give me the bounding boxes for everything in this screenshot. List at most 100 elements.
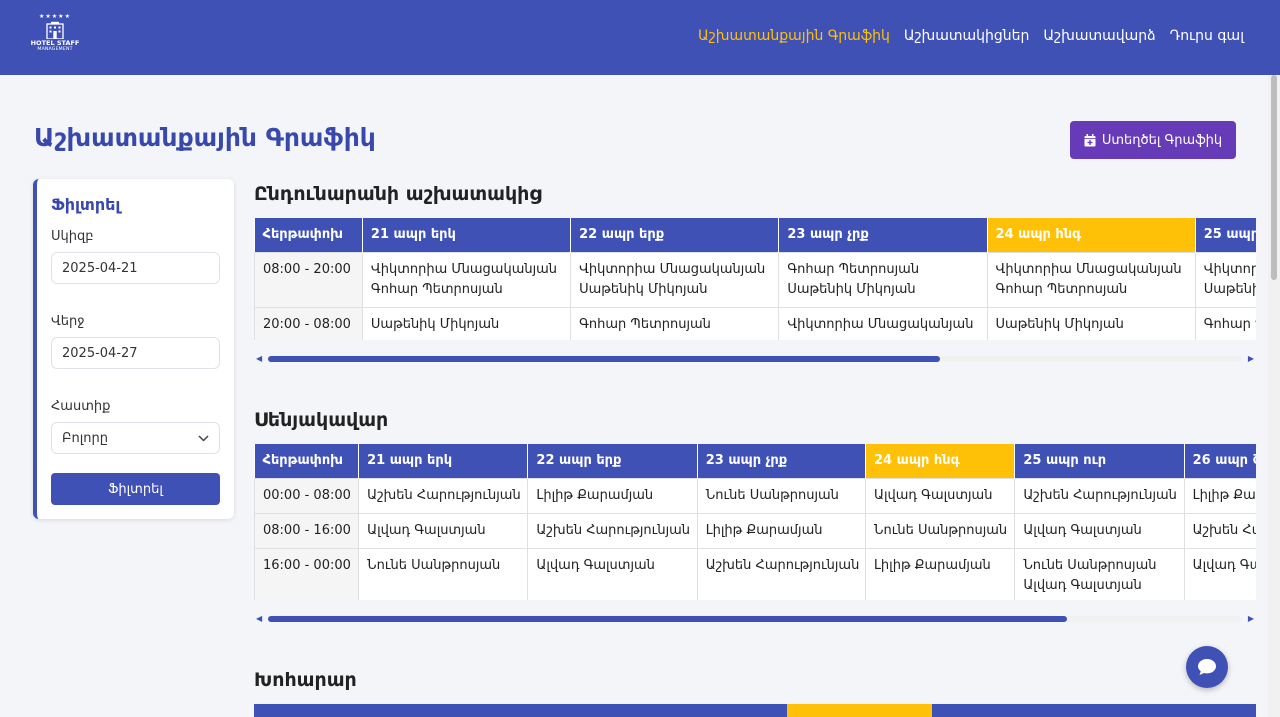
end-date-input[interactable]: 2025-04-27 [51, 337, 220, 369]
logo-text-line1: HOTEL STAFF [30, 39, 80, 47]
header-day: 25 ապր ուր [1195, 218, 1256, 252]
employee-name: Նունե Սանթրոսյան [705, 487, 839, 503]
start-date-label: Սկիզբ [51, 229, 94, 244]
page-scrollbar[interactable] [1268, 75, 1280, 717]
header-day-today: 24 ապր հնգ [865, 444, 1016, 478]
employee-name: Նունե Սանթրոսյան [1023, 557, 1157, 573]
start-date-input[interactable]: 2025-04-21 [51, 252, 220, 284]
schedule-cell[interactable]: Վիկտորիա Մնացականյան [778, 306, 988, 340]
schedule-cell[interactable]: Ալվադ Գալստյան [1014, 512, 1185, 549]
calendar-plus-icon [1084, 133, 1096, 146]
schedule-cell[interactable]: Նունե Սանթրոսյան [358, 547, 529, 600]
scroll-right-arrow-icon[interactable]: ▶ [1248, 353, 1254, 365]
employee-name: Վիկտորիա Մնացականյան [370, 261, 558, 277]
nav-item-logout[interactable]: Դուրս գալ [1170, 28, 1244, 44]
schedule-cell[interactable]: Սաթենիկ Միկոյան [361, 306, 572, 340]
header-shift: Հերթափոխ [254, 444, 360, 478]
employee-name: Սաթենիկ Միկոյան [579, 281, 708, 297]
create-schedule-label: Ստեղծել Գրաֆիկ [1101, 132, 1223, 148]
scroll-track[interactable] [268, 356, 1242, 362]
employee-name: Աշխեն Հարությունյան [1023, 487, 1177, 503]
chevron-down-icon [198, 434, 209, 442]
schedule-cell[interactable]: Վիկտորիա Մնացականյան Գոհար Պետրոսյան [986, 251, 1196, 308]
table-header-row: Հերթափոխ 21 ապր երկ 22 ապր երք 23 ապր չր… [254, 218, 1256, 252]
schedule-cell[interactable]: Աշխեն Հարությունյան [527, 512, 698, 549]
employee-name: Լիլիթ Քարամյան [874, 557, 991, 573]
position-select[interactable]: Բոլորը [51, 422, 220, 454]
filter-panel: Ֆիլտրել Սկիզբ 2025-04-21 Վերջ 2025-04-27… [33, 179, 234, 519]
employee-name: Լիլիթ Քարամյան [536, 487, 654, 503]
main-nav: Աշխատանքային Գրաֆիկ Աշխատակիցներ Աշխատավ… [698, 28, 1244, 44]
scroll-thumb[interactable] [268, 616, 1067, 622]
schedule-cell[interactable]: Լիլիթ Քարամյան [1183, 477, 1256, 514]
schedule-cell[interactable]: Աշխեն Հարությունյան [358, 477, 529, 514]
filter-title: Ֆիլտրել [51, 195, 121, 214]
logo-text-line2: MANAGEMENT [37, 47, 73, 52]
end-date-value: 2025-04-27 [62, 345, 138, 361]
page-title: Աշխատանքային Գրաֆիկ [34, 123, 376, 152]
logo-stars: ★★★★★ [39, 13, 71, 20]
filter-button[interactable]: Ֆիլտրել [51, 473, 220, 505]
schedule-cell[interactable]: Վիկտորիա Մնացականյան Գոհար Պետրոսյան [361, 251, 572, 308]
employee-name: Գոհար Պետրոսյան [787, 261, 920, 277]
schedule-cell[interactable]: Գոհար Պետրոսյան [570, 306, 780, 340]
schedule-cell[interactable]: Գոհար Պետրոսյան [1194, 306, 1256, 340]
schedule-cell[interactable]: Լիլիթ Քարամյան [864, 547, 1016, 600]
schedule-cell[interactable]: Ալվադ Գալստյան [527, 547, 698, 600]
position-select-value: Բոլորը [62, 430, 109, 446]
schedule-cell[interactable]: Գոհար Պետրոսյան Սաթենիկ Միկոյան [778, 251, 988, 308]
nav-item-salary[interactable]: Աշխատավարձ [1043, 28, 1155, 44]
table-scrollbar-receptionist[interactable]: ◀ ▶ [254, 353, 1256, 365]
schedule-cell[interactable]: Նունե Սանթրոսյան [864, 512, 1016, 549]
schedule-table-cook-header [254, 704, 1256, 717]
schedule-table-receptionist: Հերթափոխ 21 ապր երկ 22 ապր երք 23 ապր չր… [254, 218, 1256, 340]
employee-name: Ալվադ Գալստյան [1192, 557, 1256, 573]
chat-button[interactable] [1186, 646, 1228, 688]
schedule-cell[interactable]: Աշխեն Հարությունյան [1014, 477, 1185, 514]
section-title-receptionist: Ընդունարանի աշխատակից [254, 183, 542, 205]
schedule-table-housekeeper-container: Հերթափոխ 21 ապր երկ 22 ապր երք 23 ապր չր… [254, 444, 1256, 600]
scroll-left-arrow-icon[interactable]: ◀ [256, 353, 262, 365]
nav-item-work-schedule[interactable]: Աշխատանքային Գրաֆիկ [698, 28, 890, 44]
table-row: 16:00 - 00:00 Նունե Սանթրոսյան Ալվադ Գալ… [254, 547, 1256, 600]
schedule-cell[interactable]: Աշխեն Հարությունյան [1183, 512, 1256, 549]
schedule-cell[interactable]: Լիլիթ Քարամյան [696, 512, 867, 549]
employee-name: Աշխեն Հարությունյան [536, 522, 690, 538]
schedule-cell[interactable]: Վիկտորիա Մնացականյան Սաթենիկ Միկոյան [1194, 251, 1256, 308]
scroll-left-arrow-icon[interactable]: ◀ [256, 613, 262, 625]
header-day-today [787, 704, 932, 717]
employee-name: Ալվադ Գալստյան [367, 522, 486, 538]
scroll-right-arrow-icon[interactable]: ▶ [1248, 613, 1254, 625]
schedule-cell[interactable]: Ալվադ Գալստյան [864, 477, 1016, 514]
header-day: 21 ապր երկ [358, 444, 529, 478]
employee-name: Վիկտորիա Մնացականյան [787, 316, 974, 332]
schedule-table-housekeeper: Հերթափոխ 21 ապր երկ 22 ապր երք 23 ապր չր… [254, 444, 1256, 600]
shift-time: 16:00 - 00:00 [254, 547, 360, 600]
schedule-cell[interactable]: Ալվադ Գալստյան [358, 512, 529, 549]
schedule-cell[interactable]: Լիլիթ Քարամյան [527, 477, 698, 514]
schedule-cell[interactable]: Սաթենիկ Միկոյան [986, 306, 1196, 340]
scroll-track[interactable] [268, 616, 1242, 622]
employee-name: Ալվադ Գալստյան [536, 557, 655, 573]
schedule-cell[interactable]: Նունե Սանթրոսյան [696, 477, 867, 514]
schedule-cell[interactable]: Վիկտորիա Մնացականյան Սաթենիկ Միկոյան [570, 251, 780, 308]
employee-name: Ալվադ Գալստյան [1023, 577, 1142, 593]
scroll-thumb[interactable] [268, 356, 941, 362]
shift-time: 08:00 - 16:00 [254, 512, 360, 549]
schedule-cell[interactable]: Ալվադ Գալստյան [1183, 547, 1256, 600]
page-scrollbar-thumb[interactable] [1271, 75, 1277, 280]
brand-logo[interactable]: ★★★★★ HOTEL STAFF MANAGEMENT [30, 14, 80, 62]
shift-time: 00:00 - 08:00 [254, 477, 360, 514]
header-day: 22 ապր երք [570, 218, 780, 252]
create-schedule-button[interactable]: Ստեղծել Գրաֆիկ [1070, 121, 1236, 159]
header-day: 25 ապր ուր [1014, 444, 1185, 478]
employee-name: Լիլիթ Քարամյան [705, 522, 823, 538]
schedule-cell[interactable]: Նունե Սանթրոսյան Ալվադ Գալստյան [1014, 547, 1185, 600]
header-day: 21 ապր երկ [362, 218, 572, 252]
shift-time: 08:00 - 20:00 [254, 251, 363, 308]
schedule-cell[interactable]: Աշխեն Հարությունյան [696, 547, 867, 600]
table-scrollbar-housekeeper[interactable]: ◀ ▶ [254, 613, 1256, 625]
header-day: 26 ապր ՇԲԹ [1184, 444, 1256, 478]
end-date-label: Վերջ [51, 314, 85, 329]
nav-item-employees[interactable]: Աշխատակիցներ [904, 28, 1030, 44]
